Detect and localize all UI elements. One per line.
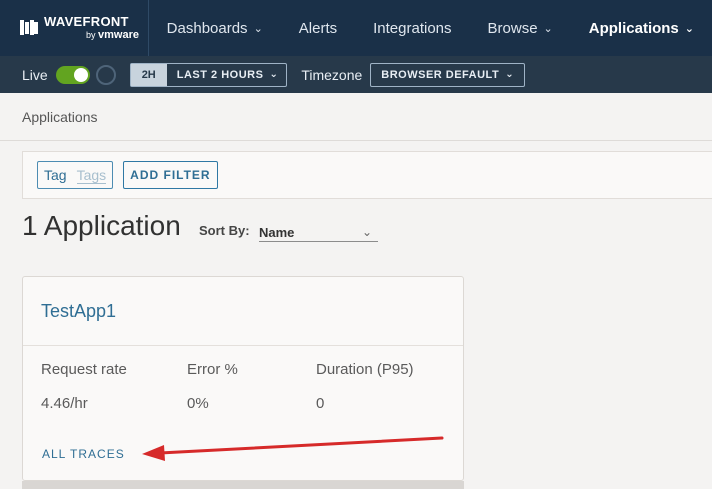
nav-applications[interactable]: Applications ⌄ [571,0,712,56]
brand-logo[interactable]: WAVEFRONT by vmware [0,0,149,56]
breadcrumb-applications[interactable]: Applications [22,109,98,125]
time-range-selector[interactable]: 2H LAST 2 HOURS ⌄ [129,62,288,87]
brand-company: vmware [98,29,140,41]
range-dropdown[interactable]: LAST 2 HOURS ⌄ [167,64,287,86]
nav-applications-label: Applications [588,19,679,37]
timezone-label: Timezone [301,66,363,83]
timezone-dropdown[interactable]: BROWSER DEFAULT ⌄ [370,62,526,87]
chevron-down-icon: ⌄ [543,22,553,35]
nav-dashboards-label: Dashboards [166,19,248,37]
tag-filter-label: Tag [44,167,67,183]
all-traces-link[interactable]: ALL TRACES [42,447,125,461]
brand-by: by [86,30,96,40]
breadcrumb: Applications [0,93,712,141]
toggle-knob [73,67,88,82]
time-controls-bar: Live 2H LAST 2 HOURS ⌄ Timezone BROWSER … [0,56,712,93]
nav-browse[interactable]: Browse ⌄ [470,0,571,56]
card-divider [23,345,463,346]
refresh-spinner-icon [95,64,116,85]
page-title: 1 Application [22,210,181,241]
chevron-down-icon: ⌄ [253,22,263,35]
card-shadow [22,481,464,489]
top-nav: WAVEFRONT by vmware Dashboards ⌄ Alerts … [0,0,712,56]
live-toggle[interactable] [55,65,90,84]
metric-duration-label: Duration (P95) [316,361,414,378]
nav-alerts[interactable]: Alerts [281,0,355,56]
nav-integrations-label: Integrations [373,19,452,37]
sort-by-label: Sort By: [199,223,250,238]
metric-request-rate-label: Request rate [41,361,127,378]
filter-bar: Tag Tags ADD FILTER [22,151,712,199]
metric-error-label: Error % [187,361,238,378]
sort-by-value: Name [259,224,295,240]
metric-request-rate-value: 4.46/hr [41,395,88,412]
sort-by-select[interactable]: Name ⌄ [259,220,378,242]
metric-duration-value: 0 [316,395,325,412]
chevron-down-icon: ⌄ [269,69,279,80]
range-short-button[interactable]: 2H [130,63,167,86]
nav-integrations[interactable]: Integrations [355,0,469,56]
wavefront-logo-icon [20,19,38,37]
nav-alerts-label: Alerts [298,19,338,37]
add-filter-button[interactable]: ADD FILTER [123,161,218,189]
chevron-down-icon: ⌄ [684,22,694,35]
nav-browse-label: Browse [487,19,538,37]
nav-dashboards[interactable]: Dashboards ⌄ [149,0,281,56]
application-card: TestApp1 Request rate Error % Duration (… [22,276,464,481]
timezone-value: BROWSER DEFAULT [381,68,500,81]
tag-filter-input[interactable]: Tags [76,167,107,184]
range-label: LAST 2 HOURS [176,68,264,81]
metric-error-value: 0% [187,395,209,412]
chevron-down-icon: ⌄ [361,225,372,239]
live-label: Live [22,66,48,83]
brand-name: WAVEFRONT [44,14,129,29]
tag-filter[interactable]: Tag Tags [37,161,114,189]
chevron-down-icon: ⌄ [505,69,515,80]
application-name-link[interactable]: TestApp1 [41,301,116,322]
